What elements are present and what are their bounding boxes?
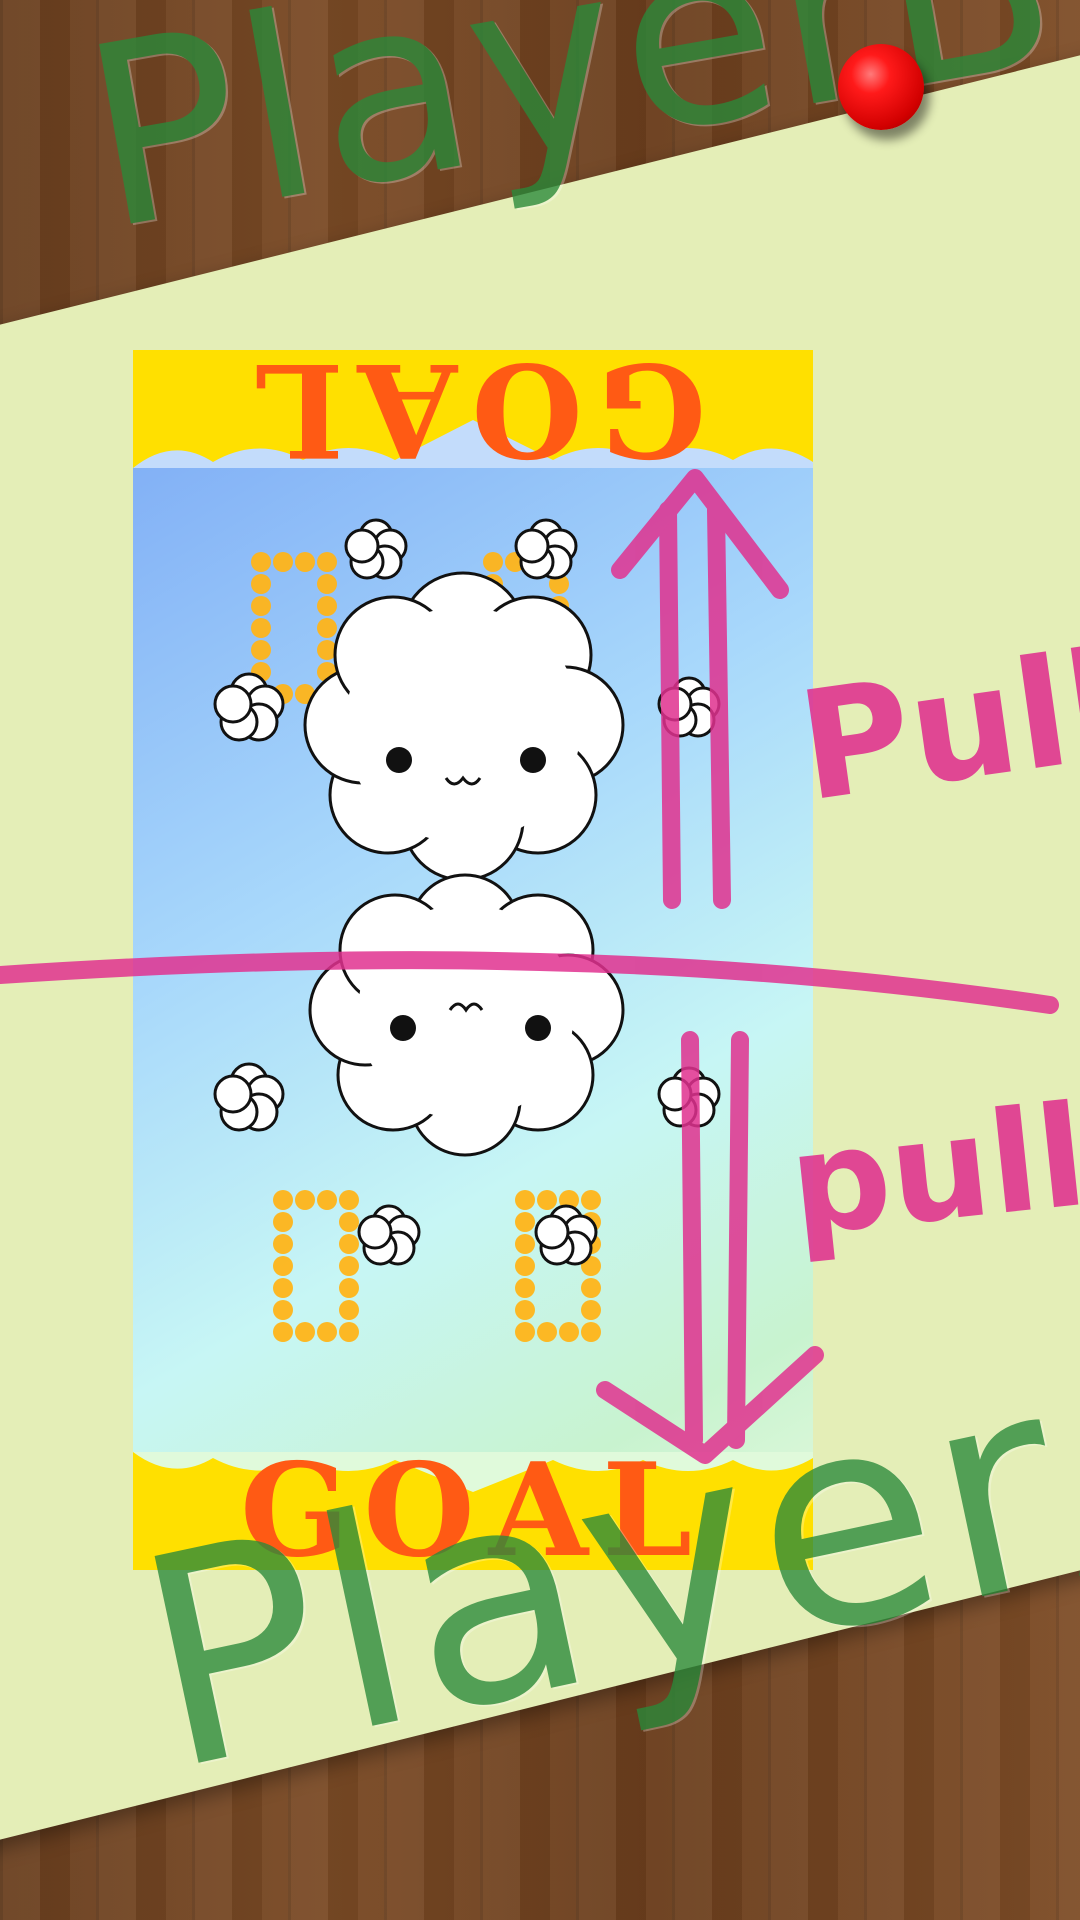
pull-hint-bottom: pull	[782, 1074, 1080, 1269]
happy-cloud-icon[interactable]	[303, 571, 625, 882]
red-pushpin-icon[interactable]	[838, 44, 924, 130]
happy-cloud-icon[interactable]	[308, 873, 625, 1157]
